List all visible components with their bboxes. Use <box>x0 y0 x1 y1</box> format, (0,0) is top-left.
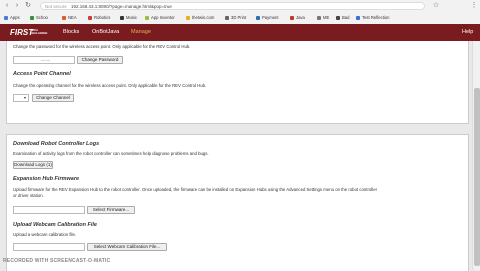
bookmark-favicon-icon <box>336 15 340 20</box>
bookmarks-bar: Apps Schoo NEA Robotics Music App Inventor the… <box>0 12 480 23</box>
logs-description: Examination of activity logs from the ro… <box>13 151 209 156</box>
chevron-down-icon: ▾ <box>23 95 26 100</box>
bookmark-label: 3D Print <box>231 15 247 20</box>
logo-subtext: TECH CHALLENGE <box>30 28 48 35</box>
bookmark-favicon-icon <box>356 15 360 20</box>
security-label: Not secure <box>45 4 67 9</box>
first-logo: FIRST TECH CHALLENGE <box>10 27 47 38</box>
address-bar[interactable]: Not secure 192.168.43.1:8080/?page=manag… <box>40 2 425 10</box>
select-webcam-file-button[interactable]: Select Webcam Calibration File... <box>87 243 167 251</box>
bookmark-label: Schoo <box>36 15 48 20</box>
scrollbar-thumb[interactable] <box>474 88 480 266</box>
bookmark-favicon-icon <box>145 15 149 20</box>
wifi-settings-panel: Change the password for the wireless acc… <box>6 41 469 124</box>
bookmark-item[interactable]: Bad <box>336 14 349 21</box>
download-logs-button[interactable]: Download Logs (1) <box>13 161 53 169</box>
menu-icon[interactable]: ⋮ <box>470 2 478 10</box>
bookmark-label: App Inventor <box>151 15 175 20</box>
webcam-description: Upload a webcam calibration file. <box>13 232 77 237</box>
firmware-description: Upload firmware for the REV Expansion Hu… <box>13 187 378 192</box>
bookmark-favicon-icon <box>4 15 8 20</box>
page-scrollbar[interactable] <box>472 41 480 270</box>
firmware-file-input[interactable] <box>13 206 85 214</box>
change-password-button[interactable]: Change Password <box>77 56 123 64</box>
bookmark-label: Payment <box>262 15 279 20</box>
bookmark-label: Music <box>126 15 137 20</box>
reload-icon[interactable]: ↻ <box>24 2 32 10</box>
bookmark-item[interactable]: Test Reflection <box>356 14 389 21</box>
webcam-heading: Upload Webcam Calibration File <box>13 222 97 228</box>
bookmark-label: thetwin.com <box>192 15 215 20</box>
firmware-heading: Expansion Hub Firmware <box>13 176 80 182</box>
bookmark-item[interactable]: App Inventor <box>145 14 175 21</box>
select-firmware-button[interactable]: Select Firmware... <box>87 206 135 214</box>
forward-icon[interactable]: › <box>13 2 21 10</box>
bookmark-item[interactable]: 3D Print <box>225 14 246 21</box>
bookmark-favicon-icon <box>88 15 92 20</box>
bookmark-item[interactable]: Java <box>290 14 305 21</box>
bookmark-label: Apps <box>10 15 20 20</box>
bookmark-favicon-icon <box>186 15 190 20</box>
logs-heading: Download Robot Controller Logs <box>13 141 100 147</box>
bookmark-label: ME <box>323 15 330 20</box>
bookmark-item[interactable]: ME <box>317 14 329 21</box>
bookmark-favicon-icon <box>256 15 260 20</box>
address-row: ‹ › ↻ Not secure 192.168.43.1:8080/?page… <box>0 0 480 12</box>
nav-blocks[interactable]: Blocks <box>63 27 79 38</box>
bookmark-item[interactable]: NEA <box>62 14 77 21</box>
password-input[interactable]: ........ <box>13 56 75 64</box>
url-text: 192.168.43.1:8080/?page=manage.html&pop=… <box>71 4 172 9</box>
bookmark-item[interactable]: thetwin.com <box>186 14 214 21</box>
bookmark-favicon-icon <box>62 15 66 20</box>
watermark: RECORDED WITH SCREENCAST-O-MATIC <box>3 258 111 264</box>
nav-onbotjava[interactable]: OnBotJava <box>92 27 119 38</box>
bookmark-item[interactable]: Music <box>120 14 137 21</box>
browser-chrome: ‹ › ↻ Not secure 192.168.43.1:8080/?page… <box>0 0 480 25</box>
change-channel-button[interactable]: Change Channel <box>32 94 74 102</box>
bookmark-item[interactable]: Payment <box>256 14 279 21</box>
bookmark-favicon-icon <box>317 15 321 20</box>
bookmark-item[interactable]: Apps <box>4 14 20 21</box>
bookmark-item[interactable]: Schoo <box>30 14 48 21</box>
bookmark-favicon-icon <box>225 15 229 20</box>
maintenance-panel: Download Robot Controller Logs Examinati… <box>6 134 469 271</box>
channel-heading: Access Point Channel <box>13 71 71 77</box>
bookmark-label: Java <box>296 15 305 20</box>
bookmark-item[interactable]: Robotics <box>88 14 110 21</box>
nav-help[interactable]: Help <box>462 27 473 38</box>
bookmark-favicon-icon <box>30 15 34 20</box>
nav-manage[interactable]: Manage <box>131 27 151 38</box>
bookmark-label: Test Reflection <box>362 15 390 20</box>
channel-description: Change the operating channel for the wir… <box>13 83 207 88</box>
bookmark-label: Bad <box>342 15 350 20</box>
app-header: FIRST TECH CHALLENGE Blocks OnBotJava Ma… <box>0 24 480 41</box>
star-icon[interactable]: ☆ <box>432 2 440 10</box>
webcam-file-input[interactable] <box>13 243 85 251</box>
password-description: Change the password for the wireless acc… <box>13 44 191 49</box>
back-icon[interactable]: ‹ <box>3 2 11 10</box>
bookmark-label: Robotics <box>94 15 111 20</box>
bookmark-favicon-icon <box>120 15 124 20</box>
firmware-description-cont: or driver station. <box>13 193 44 198</box>
bookmark-label: NEA <box>68 15 77 20</box>
channel-select[interactable]: ▾ <box>13 94 29 102</box>
bookmark-favicon-icon <box>290 15 294 20</box>
